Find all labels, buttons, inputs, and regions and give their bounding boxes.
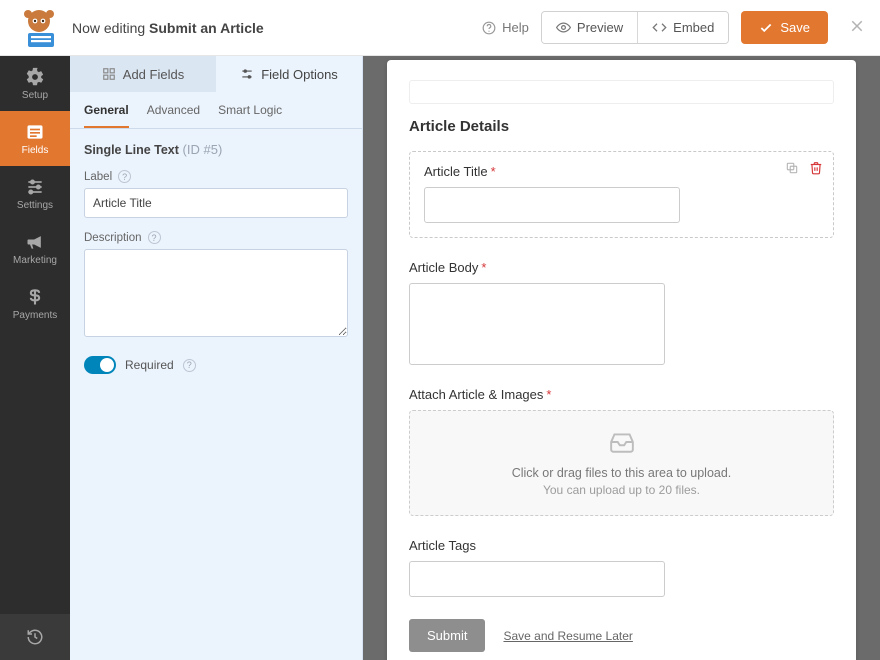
section-title: Article Details [409, 118, 834, 135]
tab-label: Add Fields [123, 67, 184, 82]
help-link[interactable]: Help [482, 20, 529, 35]
field-label: Article Body* [409, 260, 834, 275]
tab-add-fields[interactable]: Add Fields [70, 56, 216, 92]
field-label: Article Title* [424, 164, 819, 179]
rail-label: Setup [22, 90, 48, 101]
save-label: Save [780, 20, 810, 35]
editing-indicator: Now editing Submit an Article [72, 20, 264, 36]
rail-label: Settings [17, 200, 53, 211]
inbox-icon [609, 429, 635, 455]
code-icon [652, 20, 667, 35]
dollar-icon [25, 287, 45, 307]
subtab-smart-logic[interactable]: Smart Logic [218, 103, 282, 128]
help-icon[interactable]: ? [183, 359, 196, 372]
upload-line-2: You can upload up to 20 files. [420, 483, 823, 497]
field-label: Article Tags [409, 538, 834, 553]
rail-item-setup[interactable]: Setup [0, 56, 70, 111]
required-toggle[interactable] [84, 356, 116, 374]
rail-item-marketing[interactable]: Marketing [0, 221, 70, 276]
field-article-body[interactable]: Article Body* [409, 260, 834, 365]
rail-label: Fields [22, 145, 49, 156]
embed-label: Embed [673, 20, 714, 35]
text-input-preview[interactable] [409, 561, 665, 597]
help-icon[interactable]: ? [148, 231, 161, 244]
description-input[interactable] [84, 249, 348, 337]
subtab-general[interactable]: General [84, 103, 129, 128]
eye-icon [556, 20, 571, 35]
label-input[interactable] [84, 188, 348, 218]
field-id-text: (ID #5) [183, 142, 223, 157]
help-label: Help [502, 20, 529, 35]
megaphone-icon [25, 232, 45, 252]
file-upload-zone[interactable]: Click or drag files to this area to uplo… [409, 410, 834, 516]
field-article-tags[interactable]: Article Tags [409, 538, 834, 597]
form-title: Submit an Article [149, 20, 264, 36]
brand-logo [18, 7, 60, 49]
tab-field-options[interactable]: Field Options [216, 56, 362, 92]
tab-label: Field Options [261, 67, 338, 82]
field-article-title[interactable]: Article Title* [409, 151, 834, 238]
gear-icon [25, 67, 45, 87]
save-button[interactable]: Save [741, 11, 828, 44]
preview-label: Preview [577, 20, 623, 35]
help-icon [482, 21, 496, 35]
description-text: Description [84, 232, 142, 244]
section-divider[interactable] [409, 80, 834, 104]
label-text: Label [84, 171, 112, 183]
submit-button[interactable]: Submit [409, 619, 485, 652]
help-icon[interactable]: ? [118, 170, 131, 183]
text-input-preview[interactable] [424, 187, 680, 223]
sliders-icon [25, 177, 45, 197]
side-panel: Add Fields Field Options General Advance… [70, 56, 363, 660]
field-attach-files[interactable]: Attach Article & Images* Click or drag f… [409, 387, 834, 516]
form-icon [25, 122, 45, 142]
rail-label: Marketing [13, 255, 57, 266]
form-preview-card: Article Details [387, 60, 856, 660]
form-canvas: Article Details [363, 56, 880, 660]
editing-prefix: Now editing [72, 20, 149, 36]
field-type-heading: Single Line Text (ID #5) [84, 142, 348, 157]
close-button[interactable] [848, 15, 866, 41]
field-label: Attach Article & Images* [409, 387, 834, 402]
sliders-icon [240, 67, 254, 81]
left-rail: Setup Fields Settings Marketing [0, 56, 70, 660]
rail-item-fields[interactable]: Fields [0, 111, 70, 166]
rail-history-button[interactable] [0, 614, 70, 660]
check-icon [759, 21, 773, 35]
textarea-preview[interactable] [409, 283, 665, 365]
embed-button[interactable]: Embed [637, 12, 728, 43]
required-label: Required [125, 358, 174, 372]
subtab-advanced[interactable]: Advanced [147, 103, 200, 128]
grid-icon [102, 67, 116, 81]
rail-item-payments[interactable]: Payments [0, 276, 70, 331]
upload-line-1: Click or drag files to this area to uplo… [420, 466, 823, 480]
history-icon [26, 628, 44, 646]
rail-label: Payments [13, 310, 57, 321]
copy-icon [785, 161, 799, 175]
preview-button[interactable]: Preview [542, 12, 637, 43]
close-icon [848, 17, 866, 35]
delete-field-button[interactable] [809, 161, 823, 178]
save-resume-link[interactable]: Save and Resume Later [503, 629, 632, 643]
rail-item-settings[interactable]: Settings [0, 166, 70, 221]
duplicate-field-button[interactable] [785, 161, 799, 178]
field-type-name: Single Line Text [84, 143, 179, 157]
trash-icon [809, 161, 823, 175]
